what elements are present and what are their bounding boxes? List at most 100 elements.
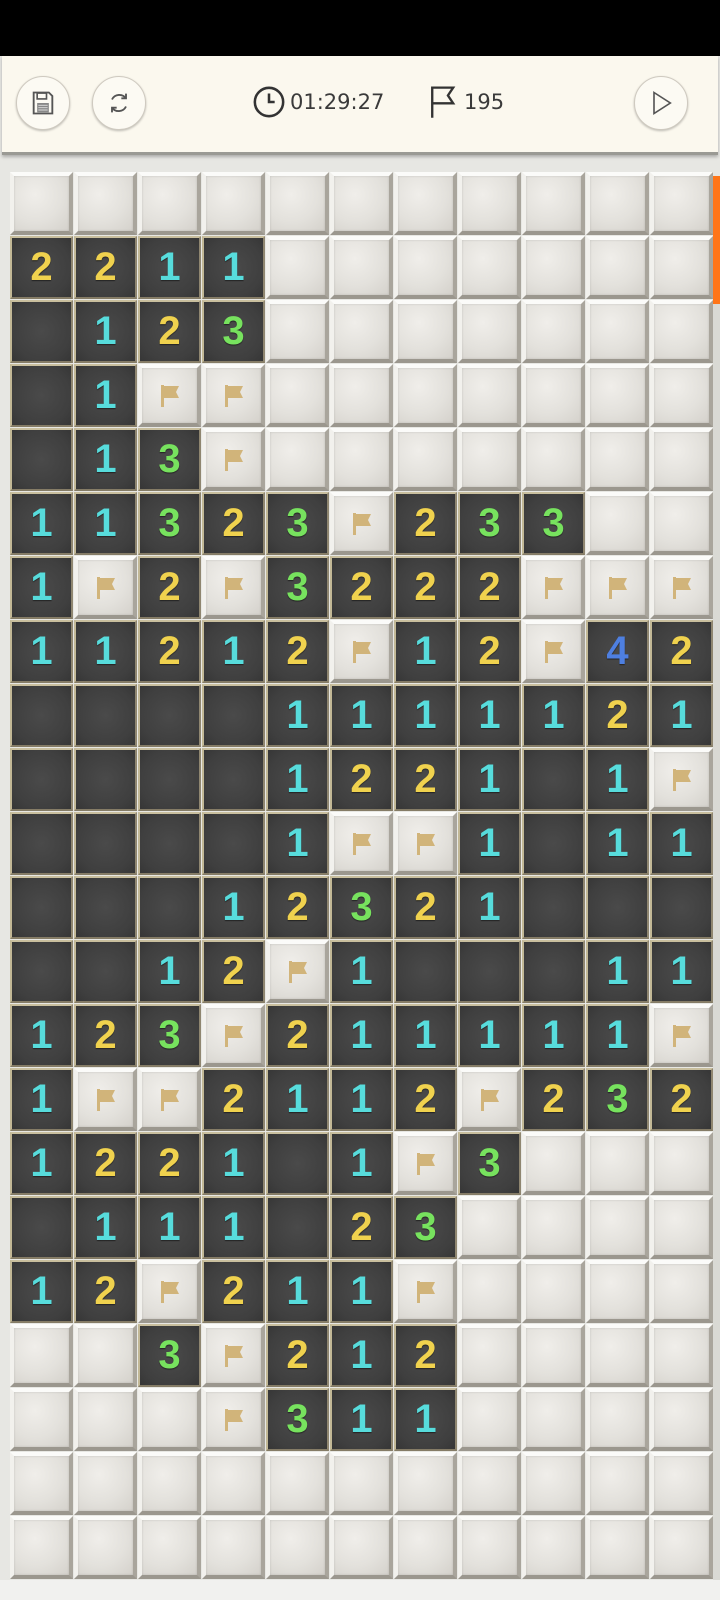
flagged-tile[interactable] (522, 556, 585, 619)
flagged-tile[interactable] (650, 556, 713, 619)
revealed-number-tile[interactable]: 2 (458, 620, 521, 683)
revealed-number-tile[interactable]: 3 (330, 876, 393, 939)
revealed-number-tile[interactable]: 2 (202, 1068, 265, 1131)
hidden-tile[interactable] (522, 1516, 585, 1579)
hidden-tile[interactable] (202, 172, 265, 235)
revealed-number-tile[interactable]: 1 (586, 748, 649, 811)
hidden-tile[interactable] (586, 364, 649, 427)
revealed-number-tile[interactable]: 3 (394, 1196, 457, 1259)
hidden-tile[interactable] (586, 1196, 649, 1259)
revealed-number-tile[interactable]: 2 (586, 684, 649, 747)
revealed-number-tile[interactable]: 1 (650, 812, 713, 875)
revealed-number-tile[interactable]: 1 (74, 620, 137, 683)
hidden-tile[interactable] (330, 236, 393, 299)
revealed-empty-tile[interactable] (138, 748, 201, 811)
hidden-tile[interactable] (458, 1260, 521, 1323)
hidden-tile[interactable] (458, 236, 521, 299)
revealed-empty-tile[interactable] (10, 300, 73, 363)
hidden-tile[interactable] (138, 1516, 201, 1579)
revealed-empty-tile[interactable] (10, 748, 73, 811)
revealed-number-tile[interactable]: 2 (330, 1196, 393, 1259)
revealed-number-tile[interactable]: 1 (266, 748, 329, 811)
revealed-number-tile[interactable]: 1 (330, 1068, 393, 1131)
revealed-number-tile[interactable]: 1 (330, 684, 393, 747)
revealed-number-tile[interactable]: 2 (330, 556, 393, 619)
hidden-tile[interactable] (522, 1388, 585, 1451)
hidden-tile[interactable] (522, 428, 585, 491)
revealed-number-tile[interactable]: 1 (10, 1004, 73, 1067)
revealed-empty-tile[interactable] (138, 684, 201, 747)
hidden-tile[interactable] (74, 1452, 137, 1515)
flagged-tile[interactable] (330, 492, 393, 555)
revealed-number-tile[interactable]: 2 (458, 556, 521, 619)
flagged-tile[interactable] (138, 1260, 201, 1323)
revealed-number-tile[interactable]: 1 (10, 1260, 73, 1323)
revealed-empty-tile[interactable] (266, 1196, 329, 1259)
hidden-tile[interactable] (586, 1388, 649, 1451)
revealed-empty-tile[interactable] (10, 364, 73, 427)
hidden-tile[interactable] (522, 236, 585, 299)
revealed-empty-tile[interactable] (138, 812, 201, 875)
hidden-tile[interactable] (650, 236, 713, 299)
revealed-number-tile[interactable]: 1 (330, 1132, 393, 1195)
revealed-number-tile[interactable]: 1 (138, 1196, 201, 1259)
revealed-number-tile[interactable]: 1 (330, 1388, 393, 1451)
flagged-tile[interactable] (394, 812, 457, 875)
revealed-number-tile[interactable]: 2 (138, 556, 201, 619)
revealed-empty-tile[interactable] (266, 1132, 329, 1195)
revealed-number-tile[interactable]: 1 (266, 684, 329, 747)
revealed-empty-tile[interactable] (522, 876, 585, 939)
hidden-tile[interactable] (522, 1324, 585, 1387)
hidden-tile[interactable] (330, 1516, 393, 1579)
revealed-empty-tile[interactable] (74, 748, 137, 811)
revealed-number-tile[interactable]: 3 (138, 492, 201, 555)
flagged-tile[interactable] (202, 428, 265, 491)
revealed-number-tile[interactable]: 2 (394, 556, 457, 619)
hidden-tile[interactable] (586, 1452, 649, 1515)
revealed-number-tile[interactable]: 3 (138, 1004, 201, 1067)
revealed-empty-tile[interactable] (522, 940, 585, 1003)
flagged-tile[interactable] (138, 364, 201, 427)
revealed-number-tile[interactable]: 2 (394, 492, 457, 555)
revealed-number-tile[interactable]: 2 (266, 876, 329, 939)
hidden-tile[interactable] (266, 364, 329, 427)
flagged-tile[interactable] (330, 812, 393, 875)
hidden-tile[interactable] (10, 1388, 73, 1451)
revealed-number-tile[interactable]: 2 (74, 1004, 137, 1067)
play-button[interactable] (634, 76, 688, 130)
hidden-tile[interactable] (522, 172, 585, 235)
hidden-tile[interactable] (458, 428, 521, 491)
hidden-tile[interactable] (10, 172, 73, 235)
hidden-tile[interactable] (138, 1452, 201, 1515)
revealed-number-tile[interactable]: 2 (650, 620, 713, 683)
revealed-number-tile[interactable]: 3 (202, 300, 265, 363)
revealed-number-tile[interactable]: 1 (394, 1388, 457, 1451)
revealed-empty-tile[interactable] (522, 812, 585, 875)
hidden-tile[interactable] (650, 1196, 713, 1259)
hidden-tile[interactable] (650, 1324, 713, 1387)
hidden-tile[interactable] (458, 1196, 521, 1259)
hidden-tile[interactable] (266, 1452, 329, 1515)
flagged-tile[interactable] (650, 748, 713, 811)
hidden-tile[interactable] (522, 1196, 585, 1259)
revealed-number-tile[interactable]: 1 (394, 684, 457, 747)
revealed-empty-tile[interactable] (74, 940, 137, 1003)
revealed-number-tile[interactable]: 1 (74, 492, 137, 555)
hidden-tile[interactable] (522, 364, 585, 427)
hidden-tile[interactable] (522, 1452, 585, 1515)
hidden-tile[interactable] (650, 1516, 713, 1579)
flagged-tile[interactable] (74, 1068, 137, 1131)
revealed-empty-tile[interactable] (10, 684, 73, 747)
hidden-tile[interactable] (74, 1516, 137, 1579)
revealed-number-tile[interactable]: 3 (458, 492, 521, 555)
hidden-tile[interactable] (394, 1516, 457, 1579)
revealed-number-tile[interactable]: 1 (202, 1132, 265, 1195)
flagged-tile[interactable] (138, 1068, 201, 1131)
revealed-number-tile[interactable]: 1 (10, 1132, 73, 1195)
revealed-number-tile[interactable]: 2 (74, 236, 137, 299)
hidden-tile[interactable] (650, 1132, 713, 1195)
revealed-number-tile[interactable]: 2 (266, 1324, 329, 1387)
hidden-tile[interactable] (138, 1388, 201, 1451)
revealed-number-tile[interactable]: 1 (394, 1004, 457, 1067)
revealed-number-tile[interactable]: 1 (522, 1004, 585, 1067)
